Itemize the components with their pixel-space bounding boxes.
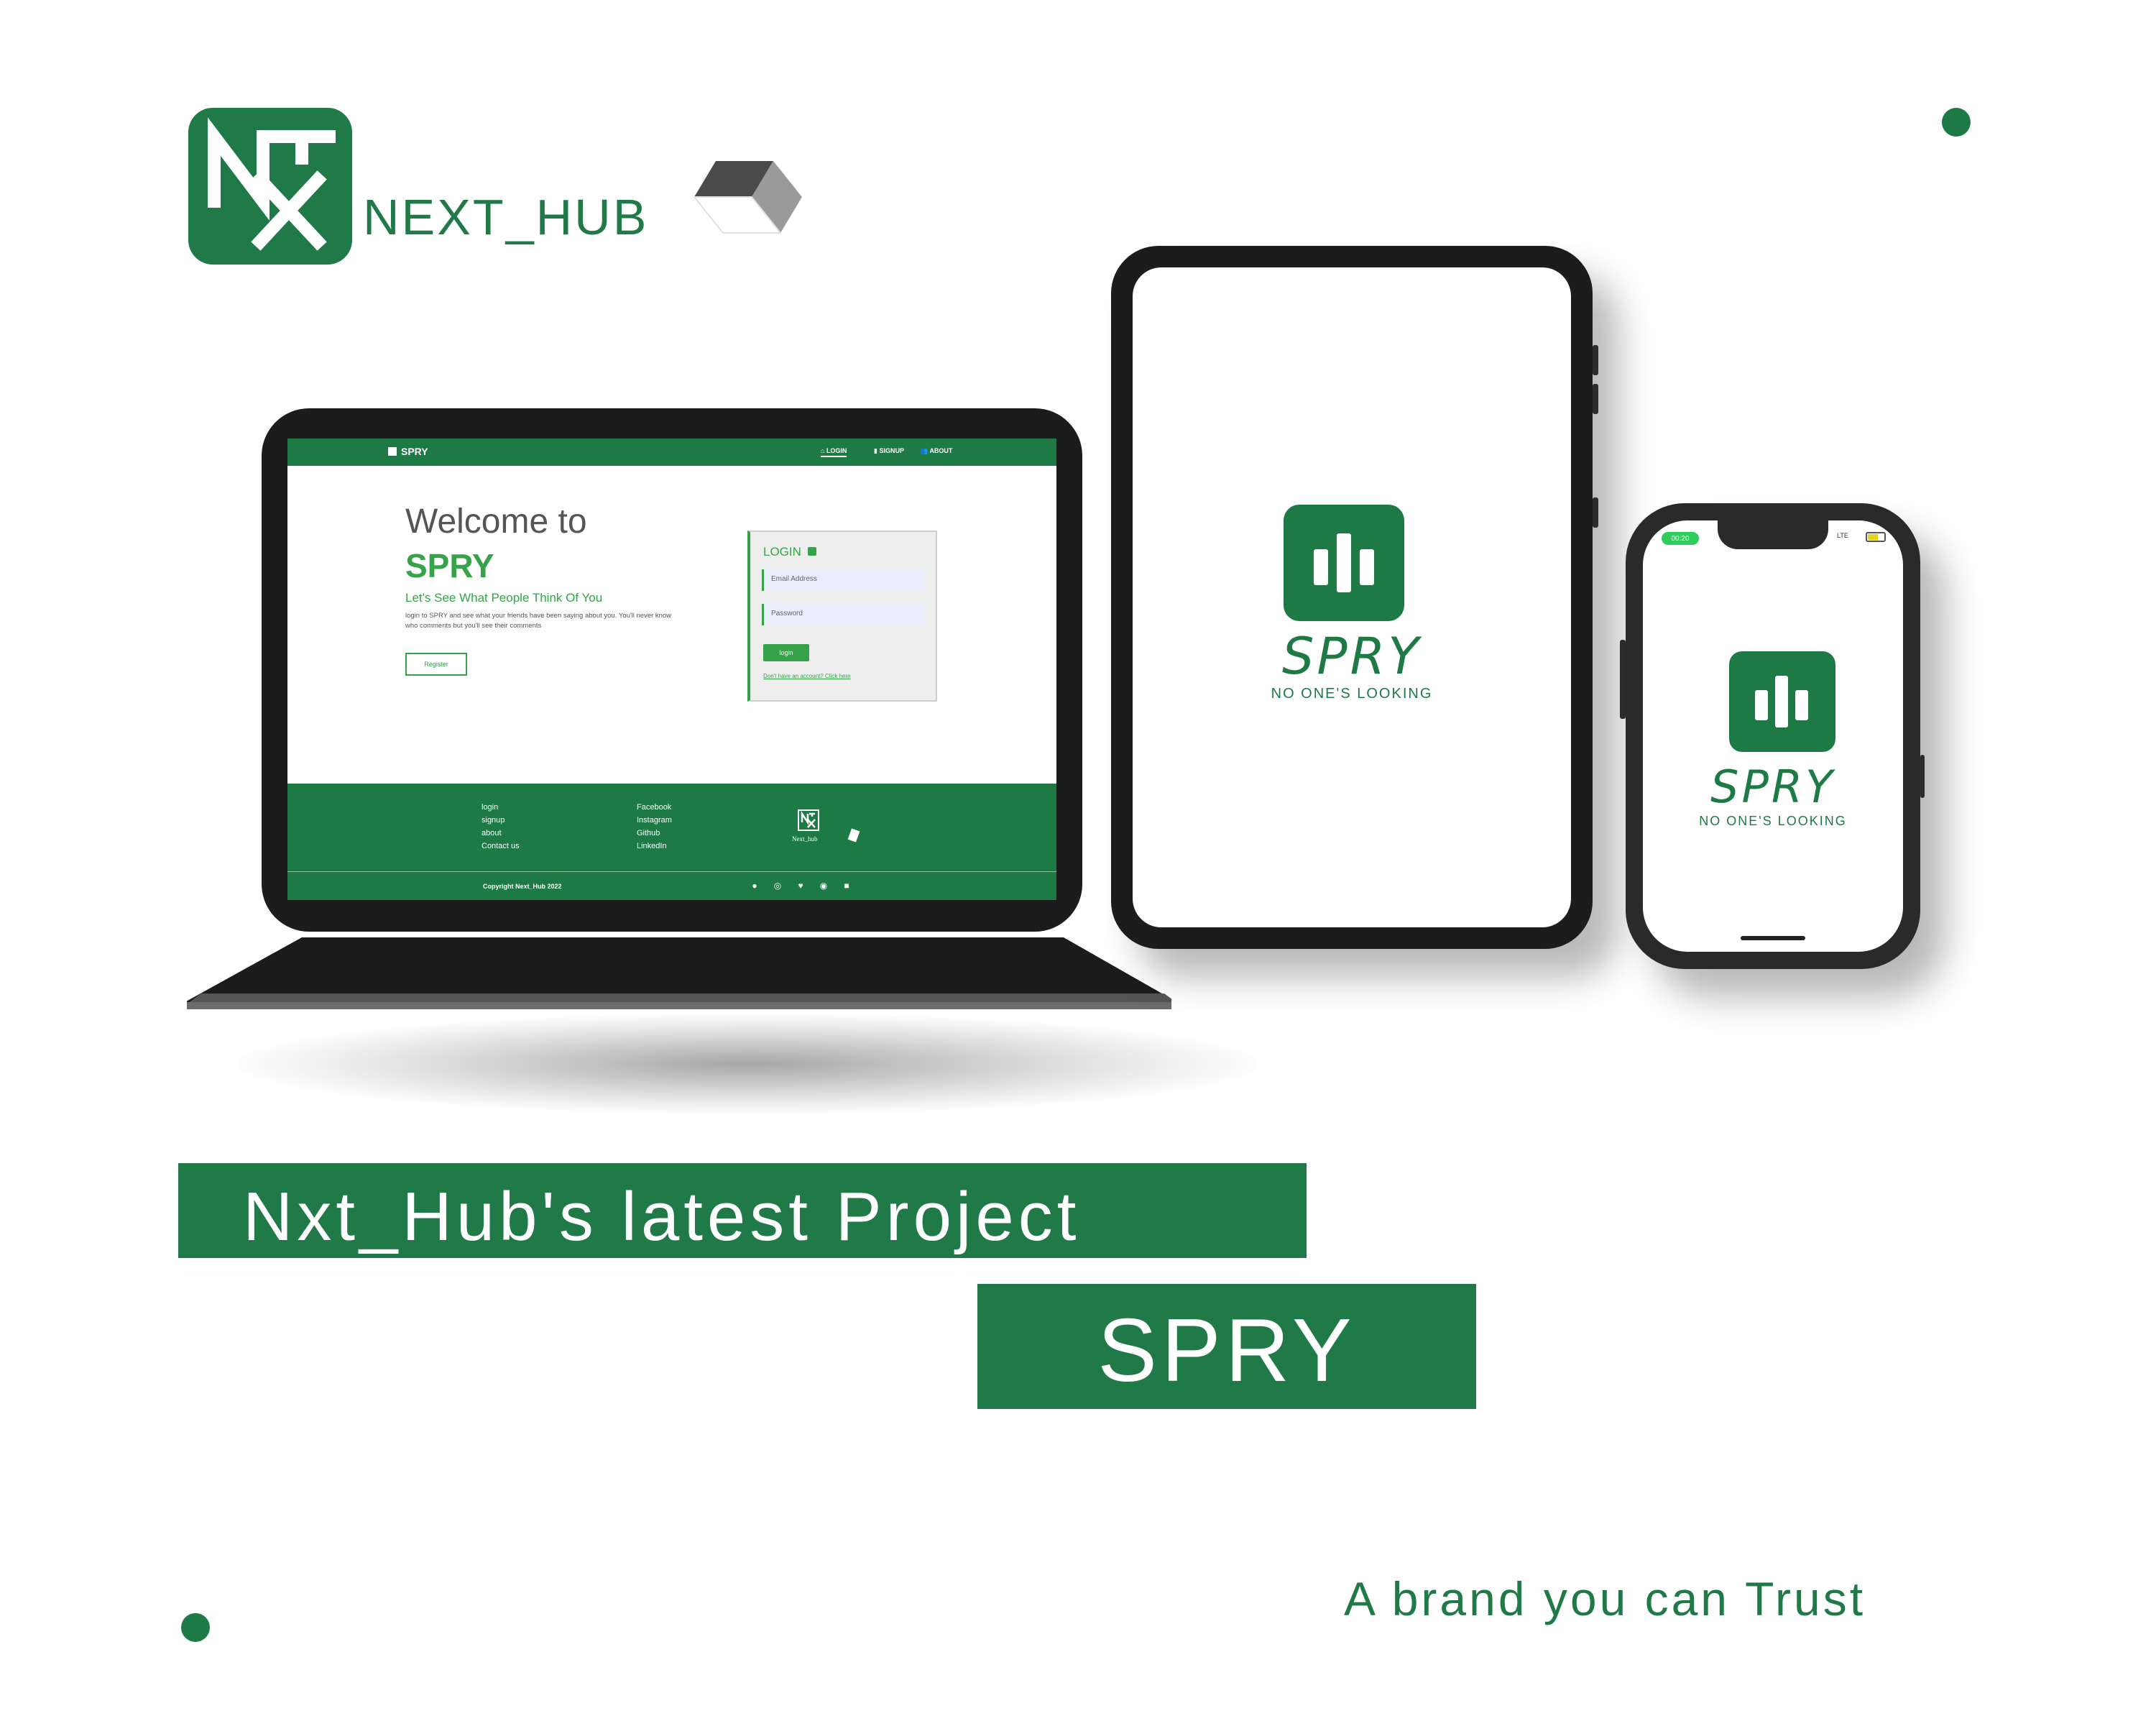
brand-logo-text: NEXT_HUB <box>363 189 649 245</box>
github-icon[interactable]: ◉ <box>818 880 829 891</box>
site-brand[interactable]: SPRY <box>388 446 428 457</box>
signup-link[interactable]: Don't have an account? Click here <box>763 673 851 679</box>
tablet-volume-down <box>1593 384 1598 414</box>
tablet-volume-up <box>1593 345 1598 375</box>
site-navbar: SPRY ⌂ LOGIN ▮ SIGNUP 👥 ABOUT <box>287 439 1056 466</box>
phone-time-pill: 00:20 <box>1662 532 1699 545</box>
footer-divider <box>287 871 1056 872</box>
brand-slogan: A brand you can Trust <box>1344 1572 1866 1625</box>
spry-app-icon <box>1284 505 1404 621</box>
project-name: SPRY <box>1097 1301 1356 1400</box>
twitter-icon[interactable]: ♥ <box>795 880 806 891</box>
register-button[interactable]: Register <box>405 653 467 676</box>
phone-side-buttons <box>1620 640 1626 719</box>
laptop-keyboard-base <box>172 937 1186 1009</box>
project-name-banner: SPRY <box>977 1284 1476 1409</box>
footer-link-signup[interactable]: signup <box>482 814 520 827</box>
phone-power-button <box>1920 755 1925 798</box>
site-footer: login signup about Contact us Facebook I… <box>287 784 1056 900</box>
nav-login[interactable]: ⌂ LOGIN <box>821 447 847 457</box>
laptop-shadow <box>237 1014 1258 1114</box>
headline-text: Nxt_Hub's latest Project <box>243 1178 1081 1255</box>
email-field[interactable]: Email Address <box>762 569 926 591</box>
tablet-side-button <box>1593 497 1598 528</box>
battery-icon <box>1866 532 1886 542</box>
footer-social-links: Facebook Instagram Github LinkedIn <box>637 801 672 853</box>
decor-dot-top-right <box>1942 108 1971 137</box>
hero-welcome: Welcome to <box>405 502 587 541</box>
linkedin-icon[interactable]: ■ <box>841 880 852 891</box>
next-hub-logo-icon <box>188 108 352 265</box>
footer-link-about[interactable]: about <box>482 827 520 840</box>
login-card: LOGIN Email Address Password login Don't… <box>747 531 937 702</box>
tablet-app-name: SPRY <box>1281 627 1422 686</box>
phone-screen: 00:20 LTE SPRY NO ONE'S LOOKING <box>1643 520 1903 952</box>
spry-app-icon-phone <box>1729 651 1835 752</box>
phone-notch <box>1718 520 1828 549</box>
footer-link-instagram[interactable]: Instagram <box>637 814 672 827</box>
tablet-app-slogan: NO ONE'S LOOKING <box>1271 686 1433 702</box>
footer-link-facebook[interactable]: Facebook <box>637 801 672 814</box>
footer-nav-links: login signup about Contact us <box>482 801 520 853</box>
hero-title: SPRY <box>405 547 494 584</box>
footer-next-hub-logo-icon <box>798 809 819 831</box>
decor-dot-bottom-left <box>181 1613 210 1642</box>
login-card-title: LOGIN <box>763 545 816 559</box>
home-icon: ⌂ <box>821 447 826 454</box>
phone-app-name: SPRY <box>1710 761 1835 813</box>
hero-description: login to SPRY and see what your friends … <box>405 612 672 630</box>
spry-small-icon <box>388 447 397 456</box>
phone-app-slogan: NO ONE'S LOOKING <box>1699 814 1847 828</box>
footer-copyright: Copyright Next_Hub 2022 <box>483 883 562 890</box>
hero-tagline: Let's See What People Think Of You <box>405 591 603 605</box>
footer-cube-icon <box>847 828 860 843</box>
cube-icon <box>692 154 809 254</box>
phone-home-indicator <box>1741 936 1805 940</box>
footer-link-contact[interactable]: Contact us <box>482 840 520 853</box>
login-icon <box>807 547 816 556</box>
footer-logo-caption: Next_hub <box>792 835 818 843</box>
headline-banner: Nxt_Hub's latest Project <box>178 1163 1307 1258</box>
phone-network: LTE <box>1837 532 1848 539</box>
footer-link-github[interactable]: Github <box>637 827 672 840</box>
footer-link-linkedin[interactable]: LinkedIn <box>637 840 672 853</box>
nav-signup[interactable]: ▮ SIGNUP <box>874 447 904 455</box>
login-button[interactable]: login <box>763 644 809 661</box>
password-field[interactable]: Password <box>762 604 926 625</box>
instagram-icon[interactable]: ◎ <box>772 880 783 891</box>
laptop-screen: SPRY ⌂ LOGIN ▮ SIGNUP 👥 ABOUT Welcome to… <box>287 439 1056 900</box>
users-icon: 👥 <box>920 447 930 454</box>
facebook-icon[interactable]: ● <box>749 880 760 891</box>
footer-link-login[interactable]: login <box>482 801 520 814</box>
nav-about[interactable]: 👥 ABOUT <box>920 447 952 455</box>
tablet-screen: SPRY NO ONE'S LOOKING <box>1133 267 1571 927</box>
